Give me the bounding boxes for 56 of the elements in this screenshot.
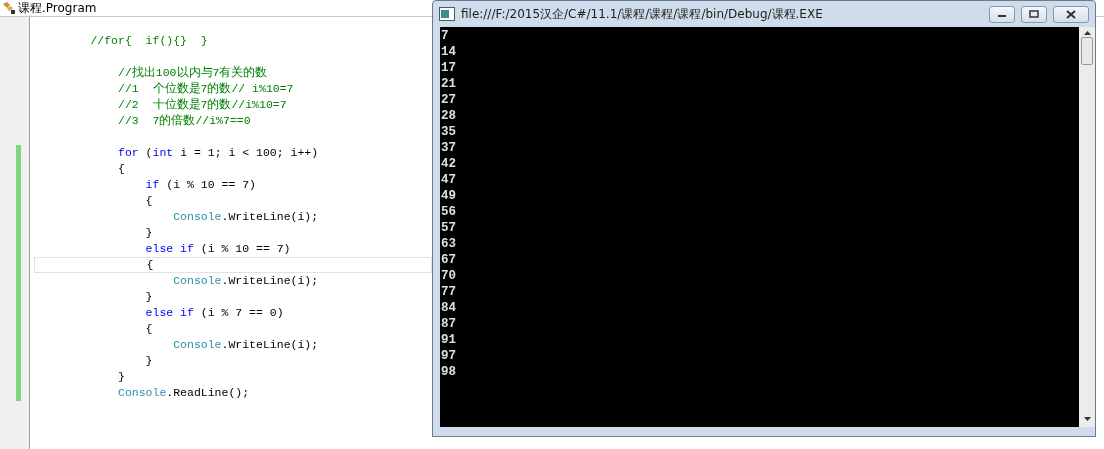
code-line: //3 7的倍数//i%7==0 bbox=[118, 114, 251, 128]
close-icon bbox=[1066, 9, 1076, 19]
output-line: 67 bbox=[441, 252, 456, 268]
output-line: 70 bbox=[441, 268, 456, 284]
output-line: 57 bbox=[441, 220, 456, 236]
output-line: 97 bbox=[441, 348, 456, 364]
code-line: for (int i = 1; i < 100; i++) bbox=[118, 146, 319, 160]
output-line: 35 bbox=[441, 124, 456, 140]
code-line: else if (i % 10 == 7) bbox=[145, 242, 291, 256]
output-line: 47 bbox=[441, 172, 456, 188]
code-line: { bbox=[118, 162, 125, 176]
output-line: 77 bbox=[441, 284, 456, 300]
code-line: //2 十位数是7的数//i%10=7 bbox=[118, 98, 287, 112]
output-line: 98 bbox=[441, 364, 456, 380]
output-line: 37 bbox=[441, 140, 456, 156]
code-line: Console.ReadLine(); bbox=[118, 386, 250, 400]
window-title: file:///F:/2015汉企/C#/11.1/课程/课程/课程/bin/Debug/课程.EXE bbox=[461, 6, 824, 23]
output-line: 14 bbox=[441, 44, 456, 60]
code-line: } bbox=[118, 370, 125, 384]
scroll-up-icon[interactable] bbox=[1083, 31, 1091, 35]
scroll-down-icon[interactable] bbox=[1083, 417, 1091, 421]
scroll-thumb[interactable] bbox=[1081, 37, 1093, 65]
output-line: 49 bbox=[441, 188, 456, 204]
code-line: else if (i % 7 == 0) bbox=[145, 306, 284, 320]
code-line: //找出100以内与7有关的数 bbox=[118, 66, 268, 80]
output-line: 91 bbox=[441, 332, 456, 348]
output-line: 7 bbox=[441, 28, 449, 44]
code-line: { bbox=[146, 258, 154, 272]
code-line: Console.WriteLine(i); bbox=[173, 338, 319, 352]
code-line: { bbox=[145, 194, 153, 208]
code-line: } bbox=[145, 290, 153, 304]
class-file-icon bbox=[2, 1, 16, 15]
code-line: { bbox=[145, 322, 153, 336]
maximize-button[interactable] bbox=[1021, 5, 1047, 23]
output-line: 63 bbox=[441, 236, 456, 252]
output-line: 21 bbox=[441, 76, 456, 92]
output-line: 27 bbox=[441, 92, 456, 108]
output-line: 28 bbox=[441, 108, 456, 124]
output-line: 56 bbox=[441, 204, 456, 220]
code-line: Console.WriteLine(i); bbox=[173, 210, 319, 224]
maximize-icon bbox=[1029, 10, 1039, 18]
console-icon bbox=[439, 7, 455, 21]
output-line: 84 bbox=[441, 300, 456, 316]
code-line: } bbox=[145, 354, 153, 368]
minimize-button[interactable] bbox=[989, 5, 1015, 23]
close-button[interactable] bbox=[1053, 5, 1089, 23]
scrollbar[interactable] bbox=[1079, 27, 1095, 427]
output-line: 87 bbox=[441, 316, 456, 332]
code-line: Console.WriteLine(i); bbox=[173, 274, 319, 288]
code-line: if (i % 10 == 7) bbox=[145, 178, 257, 192]
code-line: } bbox=[145, 226, 153, 240]
output-line: 42 bbox=[441, 156, 456, 172]
file-title: 课程.Program bbox=[18, 0, 97, 16]
code-line: //for{ if(){} } bbox=[90, 34, 208, 48]
code-line: //1 个位数是7的数// i%10=7 bbox=[118, 82, 294, 96]
output-line: 17 bbox=[441, 60, 456, 76]
